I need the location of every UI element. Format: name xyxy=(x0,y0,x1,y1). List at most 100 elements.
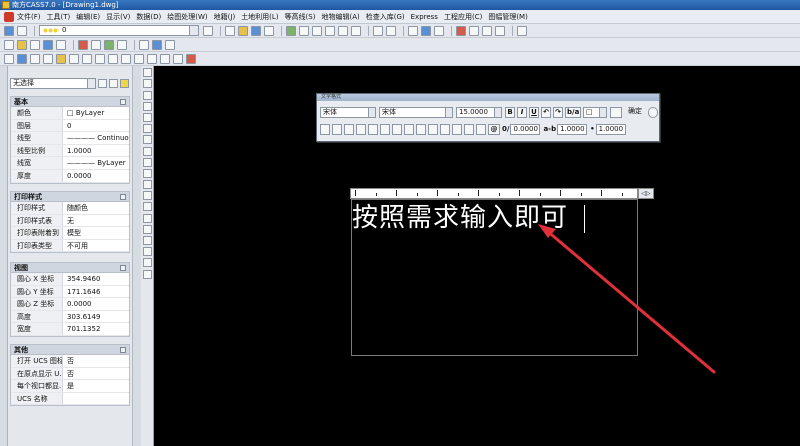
line-spacing-icon[interactable] xyxy=(416,123,426,135)
hatch-icon[interactable] xyxy=(143,224,152,234)
layer-manager-icon[interactable] xyxy=(4,25,14,36)
menu-data[interactable]: 数据(D) xyxy=(136,12,161,22)
font-combo[interactable]: 宋体 xyxy=(379,106,453,118)
pipeline-icon[interactable] xyxy=(143,146,152,156)
measure-icon[interactable] xyxy=(456,25,466,36)
array-icon[interactable] xyxy=(56,53,66,64)
property-row[interactable]: 图层 0 xyxy=(11,119,129,133)
property-row[interactable]: 厚度 0.0000 xyxy=(11,169,129,183)
arc-icon[interactable] xyxy=(30,39,40,50)
chevron-down-icon[interactable] xyxy=(87,78,95,88)
insert-block-icon[interactable] xyxy=(78,39,88,50)
layer-state-icon[interactable] xyxy=(17,25,27,36)
property-value[interactable]: 354.9460 xyxy=(63,273,129,285)
section-header[interactable]: 打印样式 xyxy=(11,192,129,202)
section-header[interactable]: 其他 xyxy=(11,345,129,355)
save-icon[interactable] xyxy=(251,25,261,36)
symbol-button[interactable]: @ xyxy=(488,123,500,135)
insert-field-icon[interactable] xyxy=(440,123,450,135)
property-row[interactable]: 高度 303.6149 xyxy=(11,310,129,324)
uppercase-icon[interactable] xyxy=(452,123,462,135)
width-factor-input[interactable]: 1.0000 xyxy=(595,123,626,135)
distribute-icon[interactable] xyxy=(404,123,414,135)
help-icon[interactable] xyxy=(517,25,527,36)
distance-icon[interactable] xyxy=(469,25,479,36)
chevron-down-icon[interactable] xyxy=(494,107,501,117)
section-header[interactable]: 基本 xyxy=(11,97,129,107)
property-row[interactable]: 打印样式表无 xyxy=(11,214,129,228)
offset-icon[interactable] xyxy=(43,53,53,64)
property-row[interactable]: UCS 名称 xyxy=(11,392,129,406)
ruler-resize-handle[interactable]: ◁▷ xyxy=(638,188,654,199)
collapse-icon[interactable] xyxy=(120,347,126,353)
table-icon[interactable] xyxy=(165,39,175,50)
dashed-line-icon[interactable] xyxy=(143,213,152,223)
property-row[interactable]: 每个视口都显... 是 xyxy=(11,380,129,393)
menu-feature-edit[interactable]: 地物编辑(A) xyxy=(321,12,359,22)
select-objects-icon[interactable] xyxy=(109,78,118,88)
menu-landuse[interactable]: 土地利用(L) xyxy=(241,12,278,22)
circle-icon[interactable] xyxy=(143,247,152,257)
overline-icon[interactable] xyxy=(476,123,486,135)
zoom-realtime-icon[interactable] xyxy=(299,25,309,36)
align-right-icon[interactable] xyxy=(380,123,390,135)
new-icon[interactable] xyxy=(225,25,235,36)
vegetation-icon[interactable] xyxy=(143,180,152,190)
text-ruler[interactable] xyxy=(350,188,638,199)
make-current-icon[interactable] xyxy=(203,25,213,36)
align-left-icon[interactable] xyxy=(356,123,366,135)
menu-contour[interactable]: 等高线(S) xyxy=(285,12,316,22)
pan-icon[interactable] xyxy=(286,25,296,36)
annotation-icon[interactable] xyxy=(143,191,152,201)
zoom-out-icon[interactable] xyxy=(351,25,361,36)
section-header[interactable]: 视图 xyxy=(11,263,129,273)
menu-edit[interactable]: 编辑(E) xyxy=(76,12,100,22)
chevron-down-icon[interactable] xyxy=(599,107,606,117)
line-icon[interactable] xyxy=(143,258,152,268)
property-row[interactable]: 线型 ———— Continuo... xyxy=(11,132,129,145)
property-value[interactable]: 0 xyxy=(63,120,129,132)
property-value[interactable]: 303.6149 xyxy=(63,311,129,323)
app-menu-icon[interactable] xyxy=(4,11,14,22)
chevron-down-icon[interactable] xyxy=(189,26,198,35)
lowercase-icon[interactable] xyxy=(464,123,474,135)
chevron-down-icon[interactable] xyxy=(368,107,375,117)
property-row[interactable]: 线宽 ———— ByLayer xyxy=(11,157,129,170)
property-row[interactable]: 打印样式 随颜色 xyxy=(11,202,129,215)
line-icon[interactable] xyxy=(4,39,14,50)
boundary-icon[interactable] xyxy=(143,157,152,167)
control-point-icon[interactable] xyxy=(143,79,152,89)
property-value[interactable]: □ ByLayer xyxy=(63,107,129,119)
oblique-angle-input[interactable]: 0.0000 xyxy=(510,123,541,135)
tool-palette-icon[interactable] xyxy=(434,25,444,36)
property-row[interactable]: 打开 UCS 图标否 xyxy=(11,355,129,368)
property-row[interactable]: 圆心 X 坐标 354.9460 xyxy=(11,273,129,286)
rectangle-icon[interactable] xyxy=(56,39,66,50)
zoom-previous-icon[interactable] xyxy=(325,25,335,36)
menu-sheet[interactable]: 图幅管理(M) xyxy=(488,12,528,22)
road-icon[interactable] xyxy=(143,135,152,145)
make-block-icon[interactable] xyxy=(91,39,101,50)
mirror-icon[interactable] xyxy=(30,53,40,64)
dialog-title[interactable]: 文字格式 xyxy=(317,94,659,101)
property-value[interactable]: 随颜色 xyxy=(63,202,129,214)
property-row[interactable]: 在原点显示 U... 否 xyxy=(11,367,129,381)
property-row[interactable]: 打印表附着到 模型 xyxy=(11,227,129,240)
selection-combo[interactable]: 无选择 xyxy=(10,77,96,89)
fillet-icon[interactable] xyxy=(173,53,183,64)
extend-icon[interactable] xyxy=(134,53,144,64)
menu-draw[interactable]: 绘图处理(W) xyxy=(167,12,207,22)
property-value[interactable]: 无 xyxy=(63,215,129,227)
property-value[interactable]: 171.1646 xyxy=(63,286,129,298)
property-value[interactable]: 0.0000 xyxy=(63,298,129,310)
hatch-icon[interactable] xyxy=(104,39,114,50)
scale-icon[interactable] xyxy=(95,53,105,64)
justify-align-icon[interactable] xyxy=(392,123,402,135)
terrain-icon[interactable] xyxy=(143,168,152,178)
property-row[interactable]: 颜色 □ ByLayer xyxy=(11,107,129,120)
collapse-icon[interactable] xyxy=(120,265,126,271)
copy-icon[interactable] xyxy=(17,53,27,64)
chevron-down-icon[interactable] xyxy=(445,107,452,117)
circle-icon[interactable] xyxy=(43,39,53,50)
collapse-icon[interactable] xyxy=(120,194,126,200)
